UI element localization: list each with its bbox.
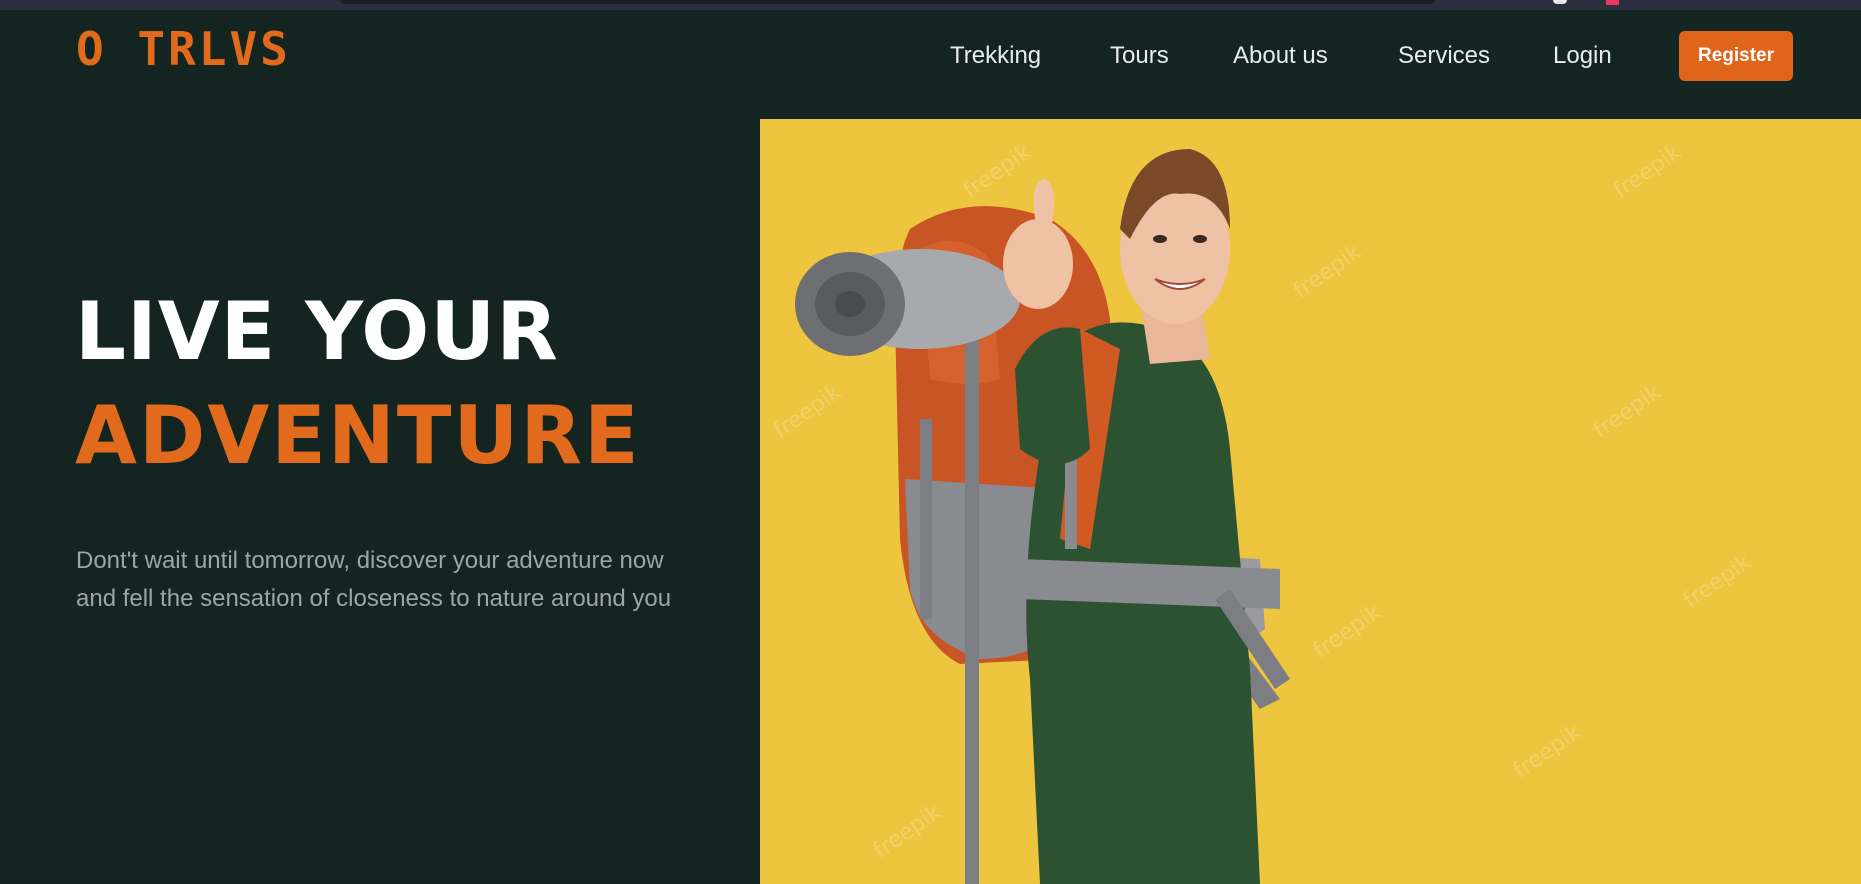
browser-extension-icon [1606, 0, 1619, 5]
svg-text:freepik: freepik [959, 140, 1036, 204]
browser-top-strip [0, 0, 1861, 10]
svg-text:freepik: freepik [869, 800, 946, 864]
hero-title: LIVE YOUR ADVENTURE [75, 282, 641, 490]
svg-text:freepik: freepik [1309, 600, 1386, 664]
site-logo[interactable]: O TRLVS [76, 22, 291, 76]
nav-link-trekking[interactable]: Trekking [950, 42, 1041, 70]
nav-link-services[interactable]: Services [1398, 42, 1490, 70]
svg-text:freepik: freepik [769, 380, 846, 444]
svg-text:freepik: freepik [1609, 140, 1686, 204]
browser-address-bar [340, 0, 1435, 4]
hero-subtitle: Dont't wait until tomorrow, discover you… [76, 547, 672, 612]
register-button[interactable]: Register [1679, 31, 1793, 81]
nav-link-login[interactable]: Login [1553, 42, 1612, 70]
hero-image: freepik freepik freepik freepik freepik … [760, 119, 1861, 884]
main-nav: Trekking Tours About us Services Login [950, 40, 1794, 74]
hero-title-line1: LIVE YOUR [75, 285, 559, 378]
backpacker-illustration: freepik freepik freepik freepik freepik … [769, 140, 1756, 884]
nav-link-tours[interactable]: Tours [1110, 42, 1169, 70]
browser-profile-icon [1553, 0, 1567, 4]
svg-text:freepik: freepik [1289, 240, 1366, 304]
svg-text:freepik: freepik [1679, 550, 1756, 614]
svg-text:freepik: freepik [1589, 380, 1666, 444]
nav-link-about-us[interactable]: About us [1233, 42, 1328, 70]
hero-title-line2: ADVENTURE [75, 389, 641, 482]
svg-text:freepik: freepik [1509, 720, 1586, 784]
